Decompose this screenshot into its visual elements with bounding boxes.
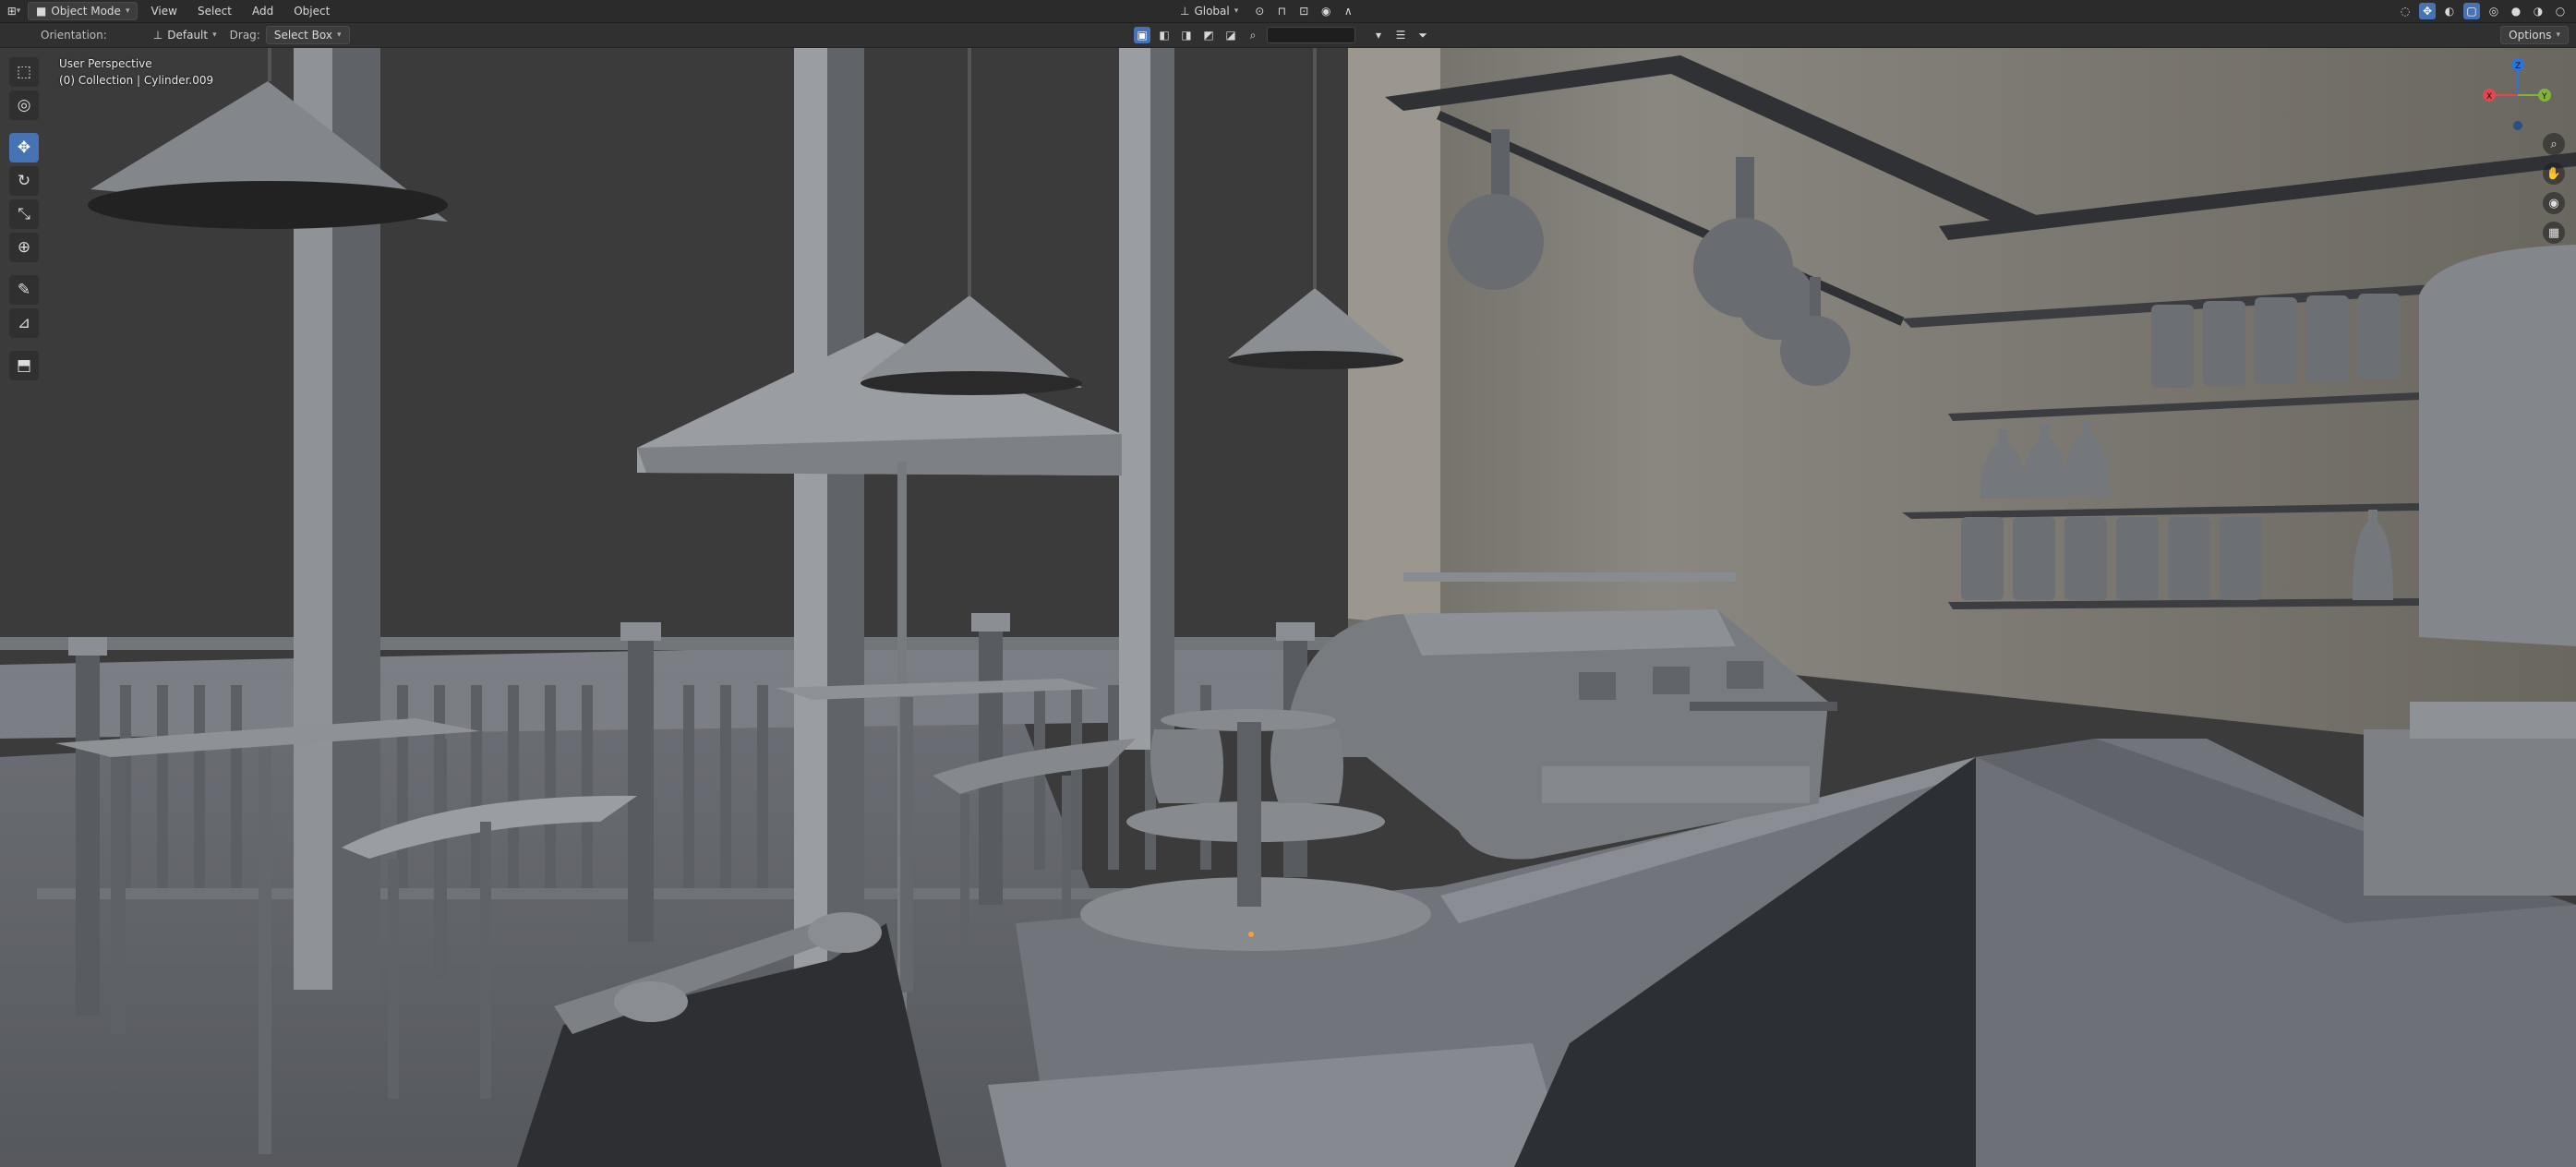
- move-tool-icon[interactable]: ✥: [9, 133, 39, 162]
- scene-render: [0, 48, 2576, 1167]
- gizmo-y-label: Y: [2541, 92, 2547, 102]
- visibility-filter-icon[interactable]: ◌: [2397, 3, 2413, 19]
- chevron-down-icon: ▾: [2556, 30, 2560, 40]
- drag-dropdown[interactable]: Select Box ▾: [265, 26, 350, 44]
- drag-label: Drag:: [229, 29, 260, 42]
- rendered-shading-icon[interactable]: ○: [2552, 3, 2569, 19]
- gizmo-neg-z-axis: [2513, 121, 2522, 130]
- xray-toggle-icon[interactable]: ▢: [2463, 3, 2480, 19]
- transform-tool-icon[interactable]: ⊕: [9, 233, 39, 262]
- falloff-icon[interactable]: ∧: [1340, 3, 1356, 19]
- select-box-tool-icon[interactable]: ⬚: [9, 57, 39, 87]
- wireframe-shading-icon[interactable]: ◎: [2486, 3, 2502, 19]
- select-mode-subtract-icon[interactable]: ◨: [1178, 27, 1195, 43]
- mode-selector[interactable]: ■ Object Mode ▾: [28, 2, 138, 20]
- annotate-tool-icon[interactable]: ✎: [9, 275, 39, 305]
- pillar: [794, 48, 827, 971]
- editor-type-icon[interactable]: ⊞ ▾: [6, 3, 22, 19]
- orientation-dropdown[interactable]: ⊥ Default ▾: [146, 27, 224, 43]
- filter-funnel-icon[interactable]: ⏷: [1414, 27, 1431, 43]
- rotate-tool-icon[interactable]: ↻: [9, 166, 39, 196]
- select-mode-intersect-icon[interactable]: ◪: [1222, 27, 1239, 43]
- select-mode-set-icon[interactable]: ▣: [1134, 27, 1150, 43]
- mode-label: Object Mode: [51, 5, 121, 18]
- navigation-buttons: ⌕ ✋ ◉ ▦: [2543, 133, 2565, 244]
- material-shading-icon[interactable]: ◑: [2530, 3, 2546, 19]
- pillar: [827, 48, 864, 971]
- search-input[interactable]: [1267, 27, 1355, 43]
- 3d-viewport[interactable]: [0, 48, 2576, 1167]
- gizmo-z-label: Z: [2515, 62, 2521, 71]
- search-icon: ⌕: [1249, 28, 1257, 42]
- solid-shading-icon[interactable]: ●: [2508, 3, 2524, 19]
- gizmo-x-label: X: [2486, 92, 2492, 102]
- object-origin: [1248, 932, 1254, 937]
- viewport-info: User Perspective (0) Collection | Cylind…: [59, 55, 213, 89]
- pivot-point-icon[interactable]: ⊙: [1251, 3, 1268, 19]
- object-mode-icon: ■: [36, 5, 47, 18]
- select-mode-extend-icon[interactable]: ◧: [1156, 27, 1173, 43]
- zoom-icon[interactable]: ⌕: [2543, 133, 2565, 155]
- orientation-axes-icon: ⊥: [152, 29, 163, 42]
- chevron-down-icon: ▾: [212, 30, 217, 40]
- select-mode-invert-icon[interactable]: ◩: [1200, 27, 1217, 43]
- grid-perspective-icon[interactable]: ▦: [2543, 222, 2565, 244]
- tool-settings-header: Orientation: ⊥ Default ▾ Drag: Select Bo…: [0, 23, 2576, 48]
- options-label: Options: [2509, 29, 2552, 42]
- outliner-filter-icon[interactable]: ☰: [1392, 27, 1409, 43]
- drag-value: Select Box: [273, 29, 332, 42]
- chevron-down-icon: ▾: [125, 6, 130, 16]
- snap-target-icon[interactable]: ⊡: [1295, 3, 1312, 19]
- menu-view[interactable]: View: [143, 3, 184, 19]
- measure-tool-icon[interactable]: ⊿: [9, 308, 39, 338]
- chevron-down-icon: ▾: [1234, 6, 1239, 16]
- add-cube-tool-icon[interactable]: ⬒: [9, 351, 39, 380]
- transform-orientation-label: Global: [1194, 5, 1230, 18]
- overlay-toggle-icon[interactable]: ◐: [2441, 3, 2458, 19]
- pillar: [1150, 48, 1174, 750]
- orientation-label: Orientation:: [41, 29, 107, 42]
- viewport-header: ⊞ ▾ ■ Object Mode ▾ View Select Add Objec…: [0, 0, 2576, 23]
- pillar: [1119, 48, 1150, 750]
- cursor-tool-icon[interactable]: ◎: [9, 90, 39, 120]
- orientation-axes-icon: ⊥: [1180, 5, 1190, 18]
- camera-view-icon[interactable]: ◉: [2543, 192, 2565, 214]
- proportional-edit-icon[interactable]: ◉: [1318, 3, 1334, 19]
- collection-filter-icon[interactable]: ▾: [1370, 27, 1387, 43]
- menu-add[interactable]: Add: [245, 3, 281, 19]
- gizmo-toggle-icon[interactable]: ✥: [2419, 3, 2436, 19]
- menu-select[interactable]: Select: [190, 3, 239, 19]
- menu-object[interactable]: Object: [286, 3, 337, 19]
- navigation-gizmo[interactable]: Z X Y: [2476, 54, 2559, 137]
- snap-toggle-icon[interactable]: ⊓: [1273, 3, 1290, 19]
- pan-hand-icon[interactable]: ✋: [2543, 162, 2565, 185]
- scale-tool-icon[interactable]: ⤡: [9, 199, 39, 229]
- options-dropdown[interactable]: Options ▾: [2500, 26, 2569, 44]
- tool-shelf: ⬚ ◎ ✥ ↻ ⤡ ⊕ ✎ ⊿ ⬒: [9, 57, 39, 380]
- orientation-value: Default: [167, 29, 209, 42]
- active-object-label: (0) Collection | Cylinder.009: [59, 74, 214, 87]
- chevron-down-icon: ▾: [336, 30, 342, 40]
- transform-orientation-dropdown[interactable]: ⊥ Global ▾: [1173, 3, 1246, 19]
- view-name: User Perspective: [59, 57, 152, 70]
